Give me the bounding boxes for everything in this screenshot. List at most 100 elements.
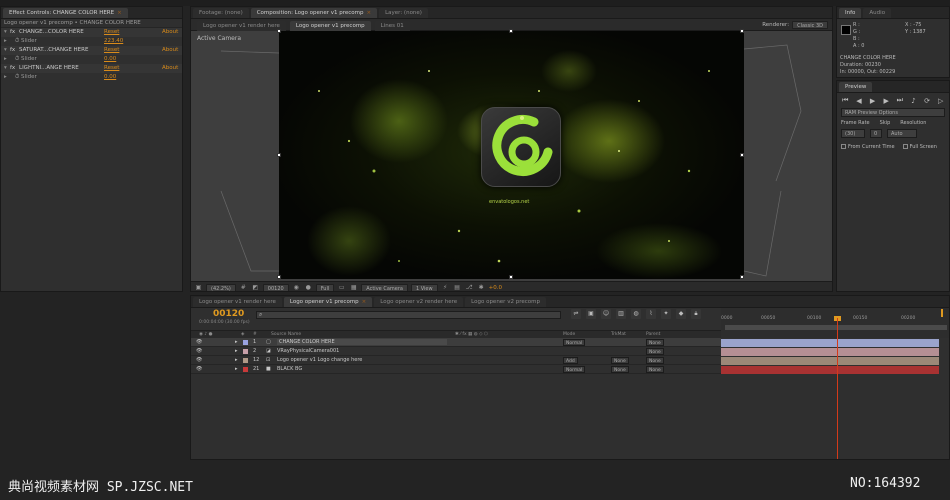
current-time-field[interactable]: 00120 xyxy=(262,283,289,291)
work-area-bar[interactable] xyxy=(725,325,947,330)
transform-handle[interactable] xyxy=(740,29,744,33)
loop-icon[interactable]: ⟳ xyxy=(923,97,932,105)
twirl-down-icon[interactable]: ▾ xyxy=(4,64,7,73)
effect-group-saturation[interactable]: ▾ fx SATURAT...CHANGE HERE Reset About xyxy=(1,46,182,55)
blend-mode-dropdown[interactable]: Normal xyxy=(563,339,586,346)
fx-icon[interactable]: fx xyxy=(10,28,15,37)
reset-link[interactable]: Reset xyxy=(104,46,119,55)
layer-row[interactable]: 👁︎ ▸ 21 ■ BLACK BG Normal None None xyxy=(191,365,721,374)
column-parent[interactable]: Parent xyxy=(646,332,660,337)
draft-3d-icon[interactable]: ▣ xyxy=(586,309,596,319)
layer-name[interactable]: VRayPhysicalCamera001 xyxy=(277,348,339,354)
auto-keyframe-icon[interactable]: ◆ xyxy=(676,309,686,319)
reset-link[interactable]: Reset xyxy=(104,28,119,37)
layer-name[interactable]: CHANGE COLOR HERE xyxy=(277,339,447,345)
motion-blur-icon[interactable]: ◍ xyxy=(631,309,641,319)
transform-handle[interactable] xyxy=(740,153,744,157)
lock-icon[interactable]: 🔒︎ xyxy=(691,309,701,319)
transform-handle[interactable] xyxy=(277,153,281,157)
ram-preview-options-dropdown[interactable]: RAM Preview Options xyxy=(841,108,945,117)
trkmat-dropdown[interactable]: None xyxy=(611,366,629,373)
blend-mode-dropdown[interactable]: Add xyxy=(563,357,578,364)
view-layout-dropdown[interactable]: 1 View xyxy=(410,283,438,291)
mask-visibility-icon[interactable]: ◩ xyxy=(251,284,260,292)
twirl-right-icon[interactable]: ▸ xyxy=(235,348,238,354)
tab-composition[interactable]: Composition: Logo opener v1 precomp × xyxy=(250,7,378,18)
timeline-icon[interactable]: ▤ xyxy=(453,284,462,292)
twirl-right-icon[interactable]: ▸ xyxy=(4,37,7,46)
first-frame-icon[interactable]: ⏮ xyxy=(841,96,850,105)
layer-name[interactable]: Logo opener v1 Logo change here xyxy=(277,357,362,363)
resolution-dropdown[interactable]: Auto xyxy=(887,129,917,138)
magnification-dropdown[interactable]: (42.2%) xyxy=(206,283,236,291)
effect-group-lightness[interactable]: ▾ fx LIGHTNI...ANGE HERE Reset About xyxy=(1,64,182,73)
twirl-right-icon[interactable]: ▸ xyxy=(235,357,238,363)
color-channel-icon[interactable]: ● xyxy=(304,284,313,292)
parent-dropdown[interactable]: None xyxy=(646,366,664,373)
slider-value[interactable]: 223.40 xyxy=(104,37,123,46)
layer-duration-bar[interactable] xyxy=(721,339,939,347)
frame-rate-dropdown[interactable]: (30) xyxy=(841,129,865,138)
slider-value[interactable]: 0.00 xyxy=(104,55,116,64)
transform-handle[interactable] xyxy=(740,275,744,279)
reset-exposure-icon[interactable]: ✱ xyxy=(477,284,486,292)
about-link[interactable]: About xyxy=(162,46,178,55)
ram-preview-icon[interactable]: ▷ xyxy=(936,97,945,105)
layer-name[interactable]: BLACK BG xyxy=(277,366,302,372)
fast-previews-icon[interactable]: ⚡ xyxy=(441,284,450,292)
transparency-grid-icon[interactable]: ▦ xyxy=(349,284,358,292)
close-icon[interactable]: × xyxy=(366,10,371,16)
parent-dropdown[interactable]: None xyxy=(646,348,664,355)
twirl-right-icon[interactable]: ▸ xyxy=(4,55,7,64)
parent-dropdown[interactable]: None xyxy=(646,339,664,346)
full-screen-checkbox[interactable]: Full Screen xyxy=(902,144,937,150)
eye-icon[interactable]: 👁︎ xyxy=(196,357,202,363)
camera-view-dropdown[interactable]: Active Camera xyxy=(361,283,408,291)
transform-handle[interactable] xyxy=(509,29,513,33)
column-mode[interactable]: Mode xyxy=(563,332,575,337)
blend-mode-dropdown[interactable]: Normal xyxy=(563,366,586,373)
tab-info[interactable]: Info xyxy=(839,7,862,18)
shy-layers-icon[interactable]: ☺ xyxy=(601,309,611,319)
fx-icon[interactable]: fx xyxy=(10,64,15,73)
twirl-right-icon[interactable]: ▸ xyxy=(235,339,238,345)
effect-group-hue[interactable]: ▾ fx CHANGE...COLOR HERE Reset About xyxy=(1,28,182,37)
tab-timeline-v2-precomp[interactable]: Logo opener v2 precomp xyxy=(465,296,546,307)
skip-field[interactable]: 0 xyxy=(870,129,882,138)
twirl-right-icon[interactable]: ▸ xyxy=(235,366,238,372)
tab-timeline-v2-render[interactable]: Logo opener v2 render here xyxy=(374,296,464,307)
layer-search-input[interactable]: ⌕ xyxy=(256,311,561,319)
eye-icon[interactable]: 👁︎ xyxy=(196,348,202,354)
close-icon[interactable]: × xyxy=(362,299,367,305)
parent-dropdown[interactable]: None xyxy=(646,357,664,364)
tab-effect-controls[interactable]: Effect Controls: CHANGE COLOR HERE × xyxy=(3,7,128,18)
renderer-dropdown[interactable]: Classic 3D xyxy=(792,21,828,29)
always-preview-icon[interactable]: ▣ xyxy=(194,284,203,292)
twirl-down-icon[interactable]: ▾ xyxy=(4,28,7,37)
snapshot-icon[interactable]: ◉ xyxy=(292,284,301,292)
layer-duration-bar[interactable] xyxy=(721,366,939,374)
about-link[interactable]: About xyxy=(162,28,178,37)
exposure-value[interactable]: +0.0 xyxy=(489,285,502,291)
subtab-lines[interactable]: Lines 01 xyxy=(374,21,410,31)
tab-audio[interactable]: Audio xyxy=(863,7,892,18)
transform-handle[interactable] xyxy=(277,275,281,279)
flowchart-icon[interactable]: ⎇ xyxy=(465,284,474,292)
close-icon[interactable]: × xyxy=(117,10,122,16)
transform-handle[interactable] xyxy=(277,29,281,33)
tab-footage[interactable]: Footage: (none) xyxy=(193,7,249,18)
layer-row[interactable]: 👁︎ ▸ 2 ◪ VRayPhysicalCamera001 None xyxy=(191,347,721,356)
frame-blending-icon[interactable]: ▥ xyxy=(616,309,626,319)
current-time-display[interactable]: 00120 xyxy=(213,309,244,319)
trkmat-dropdown[interactable]: None xyxy=(611,357,629,364)
tab-layer[interactable]: Layer: (none) xyxy=(379,7,428,18)
fx-icon[interactable]: fx xyxy=(10,46,15,55)
region-of-interest-icon[interactable]: ▭ xyxy=(337,284,346,292)
graph-editor-icon[interactable]: ⌇ xyxy=(646,309,656,319)
resolution-dropdown[interactable]: Full xyxy=(315,283,335,291)
eye-icon[interactable]: 👁︎ xyxy=(196,366,202,372)
time-ruler[interactable]: 0000 00050 00100 00150 00200 xyxy=(721,308,949,338)
subtab-precomp[interactable]: Logo opener v1 precomp xyxy=(289,21,371,31)
transform-handle[interactable] xyxy=(509,275,513,279)
twirl-right-icon[interactable]: ▸ xyxy=(4,73,7,82)
